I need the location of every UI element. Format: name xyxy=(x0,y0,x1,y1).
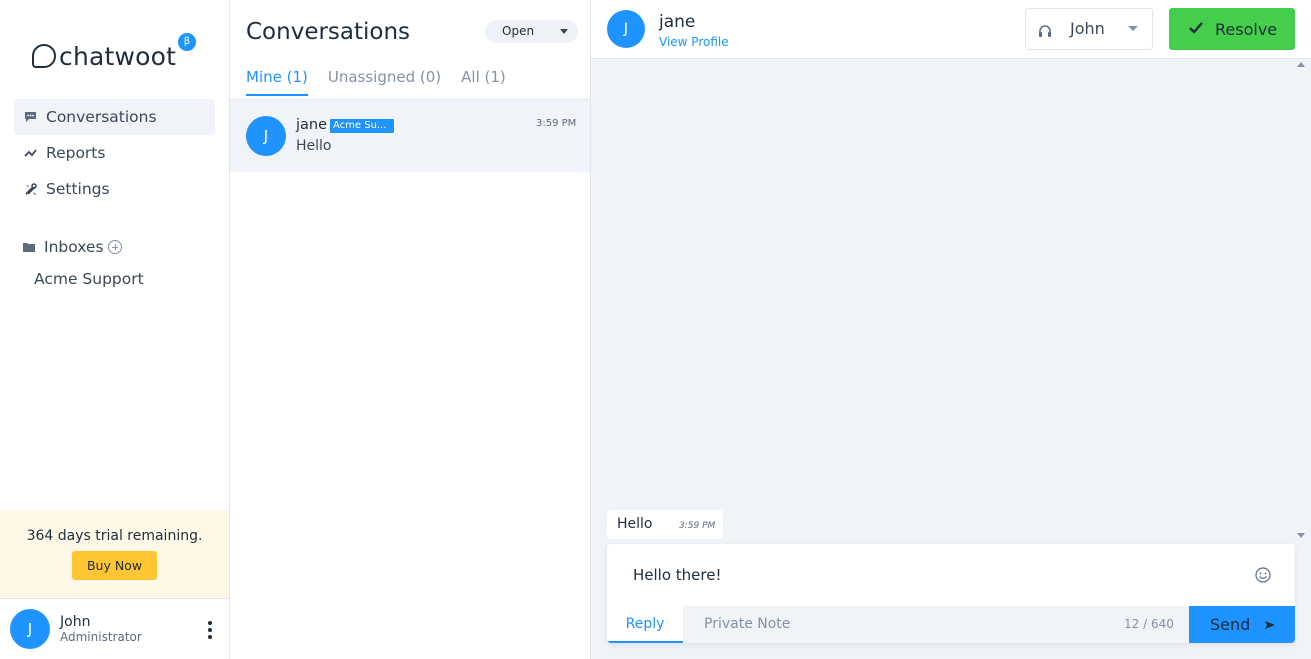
conversation-tabs: Mine (1) Unassigned (0) All (1) xyxy=(246,68,526,96)
tab-unassigned[interactable]: Unassigned (0) xyxy=(328,68,441,96)
tools-icon xyxy=(23,182,37,196)
sidebar: chatwoot β Conversations Reports Setting… xyxy=(0,0,230,659)
sidebar-item-settings[interactable]: Settings xyxy=(14,171,215,207)
add-inbox-icon[interactable] xyxy=(107,240,122,254)
timestamp: 3:59 PM xyxy=(536,118,577,129)
sidebar-nav: Conversations Reports Settings xyxy=(14,99,215,207)
user-role: Administrator xyxy=(60,630,142,644)
more-options-icon[interactable] xyxy=(206,621,214,639)
sidebar-item-label: Conversations xyxy=(46,108,157,126)
sidebar-item-label: Settings xyxy=(46,180,110,198)
send-label: Send xyxy=(1210,615,1251,634)
tab-private-note[interactable]: Private Note xyxy=(704,606,790,643)
inboxes-label: Inboxes xyxy=(44,238,104,256)
message-text: Hello xyxy=(617,516,653,532)
send-arrow-icon xyxy=(1264,619,1276,631)
trend-icon xyxy=(23,146,37,160)
tab-all[interactable]: All (1) xyxy=(461,68,506,96)
sidebar-item-reports[interactable]: Reports xyxy=(14,135,215,171)
inboxes-header: Inboxes xyxy=(23,238,122,256)
chat-header: J jane View Profile John Resolve xyxy=(591,0,1311,59)
inbox-badge: Acme Su... xyxy=(330,119,394,133)
chat-panel: J jane View Profile John Resolve Hello 3… xyxy=(591,0,1311,659)
page-title: Conversations xyxy=(246,19,411,45)
sidebar-item-conversations[interactable]: Conversations xyxy=(14,99,215,135)
reply-footer: Reply Private Note 12 / 640 Send xyxy=(607,606,1295,643)
chevron-down-icon xyxy=(560,29,568,34)
headphones-icon xyxy=(1038,23,1052,37)
trial-banner: 364 days trial remaining. Buy Now xyxy=(0,510,229,598)
conversation-list-panel: Conversations Open Mine (1) Unassigned (… xyxy=(230,0,591,659)
chatwoot-logo[interactable]: chatwoot xyxy=(32,40,176,72)
message-time: 3:59 PM xyxy=(679,521,716,531)
chevron-down-icon xyxy=(1128,26,1138,31)
avatar[interactable]: J xyxy=(10,609,50,649)
avatar: J xyxy=(246,116,286,156)
trial-text: 364 days trial remaining. xyxy=(26,528,203,544)
assignee-name: John xyxy=(1070,19,1105,38)
contact-name: jane xyxy=(659,12,696,32)
conversation-card[interactable]: J jane Acme Su... 3:59 PM Hello xyxy=(230,100,590,172)
scroll-down-icon[interactable] xyxy=(1297,533,1305,538)
beta-badge: β xyxy=(178,33,196,51)
sidebar-item-label: Reports xyxy=(46,144,106,162)
assignee-select[interactable]: John xyxy=(1025,8,1153,50)
tab-mine[interactable]: Mine (1) xyxy=(246,68,308,96)
reply-input[interactable]: Hello there! xyxy=(633,566,721,584)
last-message: Hello xyxy=(296,138,332,154)
sidebar-item-acme-support[interactable]: Acme Support xyxy=(34,270,144,288)
logo-text: chatwoot xyxy=(59,41,177,71)
tab-reply[interactable]: Reply xyxy=(607,606,683,643)
user-name: John xyxy=(60,614,91,630)
reply-box: Hello there! Reply Private Note 12 / 640… xyxy=(607,544,1295,643)
avatar: J xyxy=(607,10,645,48)
send-button[interactable]: Send xyxy=(1189,606,1295,643)
user-profile: J John Administrator xyxy=(0,598,229,659)
view-profile-link[interactable]: View Profile xyxy=(659,35,729,49)
buy-now-button[interactable]: Buy Now xyxy=(72,551,157,580)
message-bubble: Hello 3:59 PM xyxy=(607,510,723,539)
chat-bubble-icon xyxy=(23,110,37,124)
resolve-button[interactable]: Resolve xyxy=(1169,8,1295,50)
emoji-icon[interactable] xyxy=(1255,567,1271,583)
status-filter-select[interactable]: Open xyxy=(485,20,578,43)
logo-mark-icon xyxy=(32,44,56,68)
folder-icon xyxy=(23,240,37,254)
resolve-label: Resolve xyxy=(1215,19,1278,39)
contact-name: jane xyxy=(296,117,328,133)
status-filter-value: Open xyxy=(502,24,535,38)
character-count: 12 / 640 xyxy=(1124,617,1174,631)
check-icon xyxy=(1189,22,1203,36)
scroll-up-icon[interactable] xyxy=(1297,62,1305,67)
